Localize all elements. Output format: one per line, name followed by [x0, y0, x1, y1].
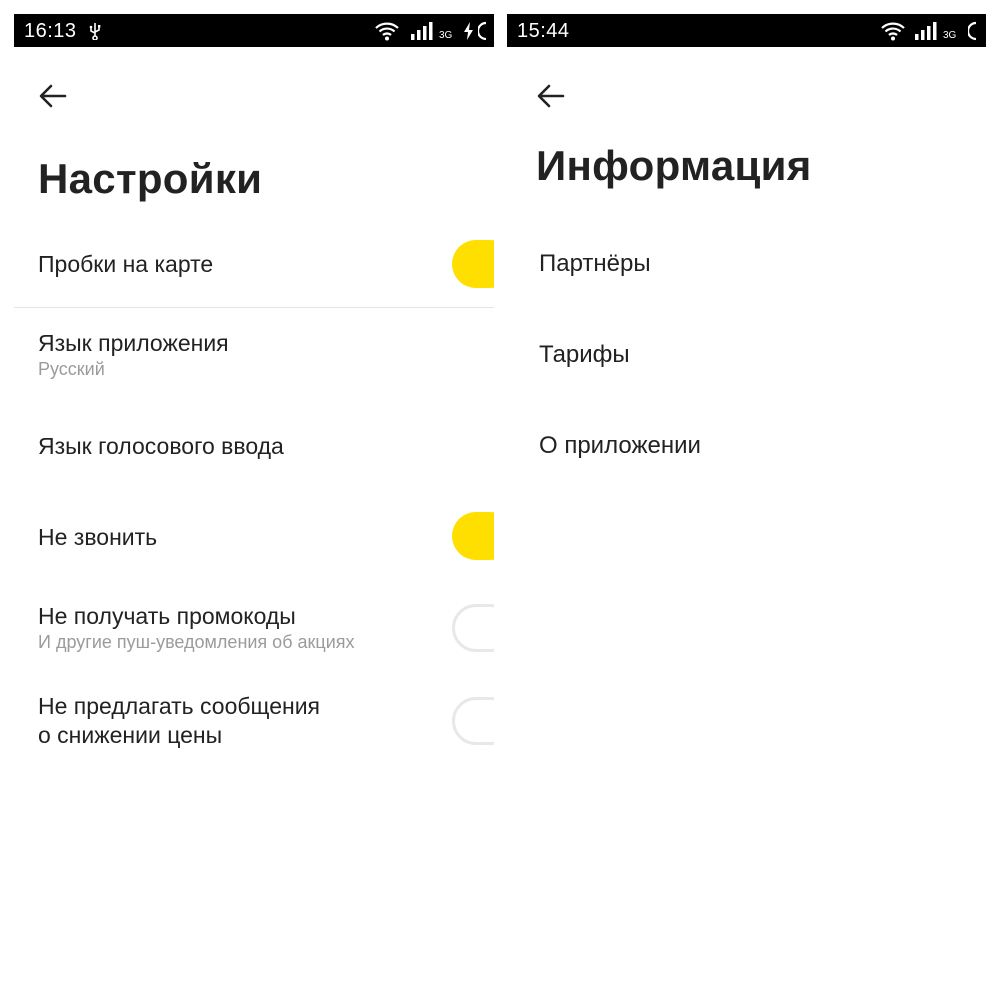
status-time: 15:44	[517, 20, 570, 42]
setting-subtitle: И другие пуш-уведомления об акциях	[38, 632, 355, 652]
page-title: Информация	[536, 142, 812, 189]
setting-label: Пробки на карте	[38, 251, 214, 277]
signal-icon	[411, 22, 433, 40]
usb-icon	[88, 22, 102, 45]
battery-icon	[968, 21, 977, 41]
info-item-tariffs[interactable]: Тарифы	[507, 331, 986, 377]
info-item-about-app[interactable]: О приложении	[507, 422, 986, 468]
promocodes-toggle[interactable]	[452, 604, 494, 652]
back-arrow-icon[interactable]	[536, 82, 566, 110]
signal-icon	[915, 22, 937, 40]
wifi-icon	[375, 22, 399, 41]
do-not-call-toggle[interactable]	[452, 512, 494, 560]
charging-icon	[464, 22, 473, 40]
setting-no-price-drop-messages[interactable]: Не предлагать сообщения о снижении цены	[14, 692, 494, 752]
status-icons: 3G	[374, 21, 494, 41]
info-item-label: Тарифы	[539, 341, 630, 368]
info-item-label: Партнёры	[539, 250, 651, 277]
status-time: 16:13	[24, 20, 77, 42]
info-item-label: О приложении	[539, 432, 701, 459]
setting-voice-input-language[interactable]: Язык голосового ввода	[14, 430, 494, 466]
settings-screen: 16:13 3G Настройки Пробки на карте Язык …	[14, 0, 494, 1000]
divider	[14, 307, 494, 308]
setting-subtitle: Русский	[38, 359, 105, 379]
status-bar: 15:44 3G	[507, 14, 986, 47]
wifi-icon	[881, 22, 905, 41]
battery-icon	[478, 21, 487, 41]
setting-label: Не звонить	[38, 524, 158, 550]
information-screen: 15:44 3G Информация Партнёры Тарифы О пр…	[507, 0, 986, 1000]
setting-app-language[interactable]: Язык приложения Русский	[14, 328, 494, 386]
setting-label: Язык голосового ввода	[38, 433, 284, 459]
setting-label-line1: Не предлагать сообщения	[38, 693, 321, 719]
network-type-label: 3G	[943, 30, 957, 41]
network-type-label: 3G	[439, 30, 453, 41]
price-drop-toggle[interactable]	[452, 697, 494, 745]
setting-label: Язык приложения	[38, 330, 229, 356]
info-item-partners[interactable]: Партнёры	[507, 240, 986, 286]
setting-label: Не получать промокоды	[38, 603, 296, 629]
page-title: Настройки	[38, 155, 263, 202]
setting-label-line2: о снижении цены	[38, 722, 223, 748]
status-bar: 16:13 3G	[14, 14, 494, 47]
setting-no-promocodes[interactable]: Не получать промокоды И другие пуш-уведо…	[14, 601, 494, 659]
setting-traffic-on-map[interactable]: Пробки на карте	[14, 238, 494, 290]
setting-do-not-call[interactable]: Не звонить	[14, 511, 494, 563]
traffic-toggle[interactable]	[452, 240, 494, 288]
status-icons: 3G	[866, 21, 986, 41]
back-arrow-icon[interactable]	[38, 82, 68, 110]
